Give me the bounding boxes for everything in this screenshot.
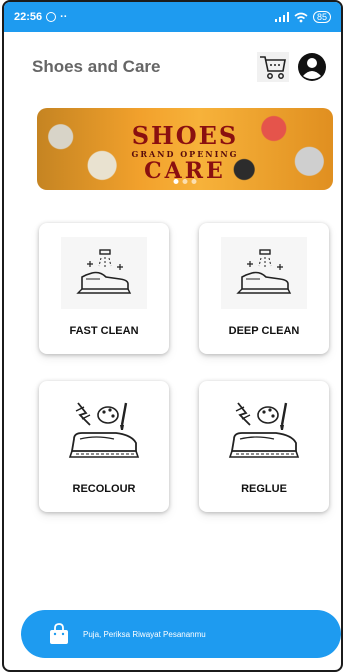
service-label: DEEP CLEAN [228, 325, 300, 337]
page-title: Shoes and Care [32, 57, 161, 76]
profile-icon[interactable] [297, 52, 327, 82]
service-card-reglue[interactable]: REGLUE [199, 381, 329, 512]
cart-icon[interactable] [257, 52, 289, 82]
status-time: 22:56 [14, 11, 43, 23]
service-card-fast-clean[interactable]: FAST CLEAN [39, 223, 169, 354]
service-label: FAST CLEAN [69, 325, 139, 337]
pagination-dot[interactable] [182, 179, 188, 184]
service-card-recolour[interactable]: RECOLOUR [39, 381, 169, 512]
promo-banner[interactable]: SHOES GRAND OPENING CARE [37, 108, 333, 190]
pagination-dot[interactable] [191, 179, 197, 184]
service-card-deep-clean[interactable]: DEEP CLEAN [199, 223, 329, 354]
status-bar: 22:56 ·· 85 [4, 2, 341, 32]
banner-title-shoes: SHOES [131, 121, 239, 150]
signal-icon [274, 12, 289, 22]
pagination-dot[interactable] [173, 179, 179, 184]
slip-on-palette-icon [228, 402, 300, 458]
battery-icon: 85 [312, 11, 331, 23]
phone-frame: 22:56 ·· 85 Shoes and Care SHOES GRAND O… [2, 0, 343, 672]
status-dots: ·· [60, 11, 68, 23]
banner-subtitle: GRAND OPENING [131, 149, 239, 159]
notification-icon [46, 12, 57, 22]
service-label: RECOLOUR [72, 483, 136, 495]
shoe-spray-icon [76, 249, 132, 294]
shopping-bag-icon [50, 623, 68, 644]
order-history-bar[interactable]: Puja, Periksa Riwayat Pesananmu [21, 610, 341, 658]
app-header: Shoes and Care [4, 32, 341, 102]
service-label: REGLUE [241, 483, 287, 495]
shoe-spray-icon [236, 249, 292, 294]
order-history-text: Puja, Periksa Riwayat Pesananmu [83, 629, 206, 639]
banner-pagination [173, 179, 197, 184]
wifi-icon [294, 12, 308, 22]
slip-on-palette-icon [68, 402, 140, 458]
